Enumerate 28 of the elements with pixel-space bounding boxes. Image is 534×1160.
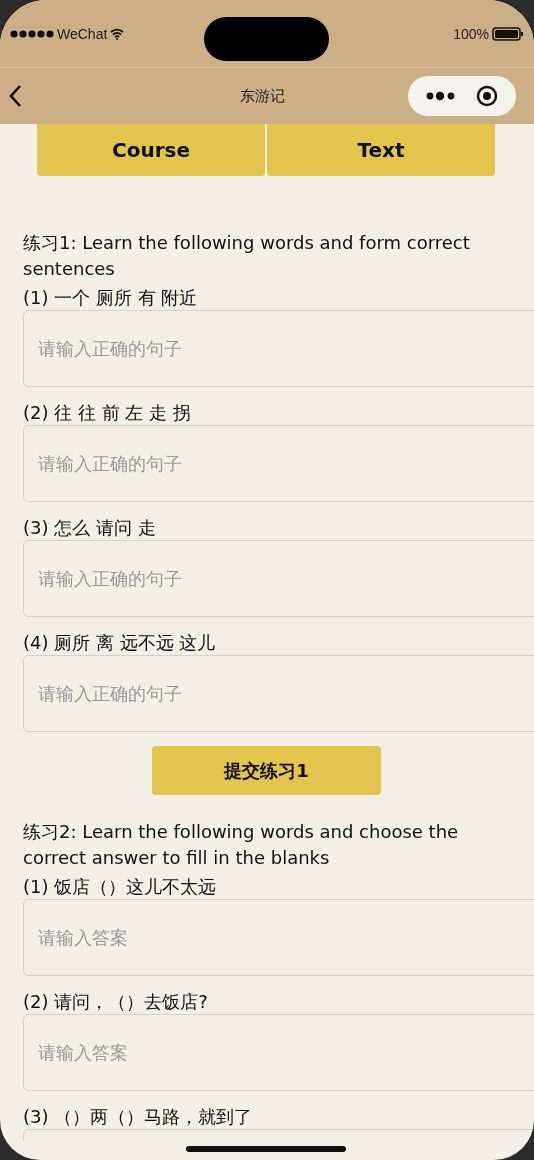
answer-field[interactable]: [23, 1129, 534, 1141]
page-title: 东游记: [238, 86, 286, 106]
question-prompt: (1) 一个 厕所 有 附近: [23, 286, 199, 310]
battery-percent: 100%: [453, 25, 489, 42]
answer-field[interactable]: 请输入答案: [23, 899, 534, 976]
answer-field[interactable]: 请输入正确的句子: [23, 310, 534, 387]
signal-icon: [10, 28, 54, 39]
tab-button[interactable]: Text: [267, 124, 495, 176]
question-prompt: (1) 饭店（）这儿不太远: [23, 875, 218, 899]
question-prompt: (3) 怎么 请问 走: [23, 516, 157, 540]
more-icon[interactable]: [426, 91, 456, 101]
submit-button[interactable]: 提交练习1: [152, 746, 381, 795]
answer-field[interactable]: 请输入答案: [23, 1014, 534, 1091]
back-icon[interactable]: [8, 84, 22, 108]
exercise-title: 练习2: Learn the following words and choose the correct answer to fill in the blanks: [23, 820, 460, 870]
answer-field[interactable]: 请输入正确的句子: [23, 655, 534, 732]
question-prompt: (3) （）两（）马路，就到了: [23, 1105, 254, 1129]
close-icon[interactable]: [476, 85, 498, 107]
exercise-title: 练习1: Learn the following words and form correct sentences: [23, 231, 471, 281]
tab-button[interactable]: Course: [37, 124, 265, 176]
carrier-name: WeChat: [57, 25, 108, 42]
answer-field[interactable]: 请输入正确的句子: [23, 425, 534, 502]
question-prompt: (4) 厕所 离 远不远 这儿: [23, 631, 217, 655]
wifi-icon: [110, 27, 125, 40]
question-prompt: (2) 请问，（）去饭店?: [23, 990, 209, 1014]
battery-icon: [492, 26, 524, 41]
answer-field[interactable]: 请输入正确的句子: [23, 540, 534, 617]
question-prompt: (2) 往 往 前 左 走 拐: [23, 401, 192, 425]
